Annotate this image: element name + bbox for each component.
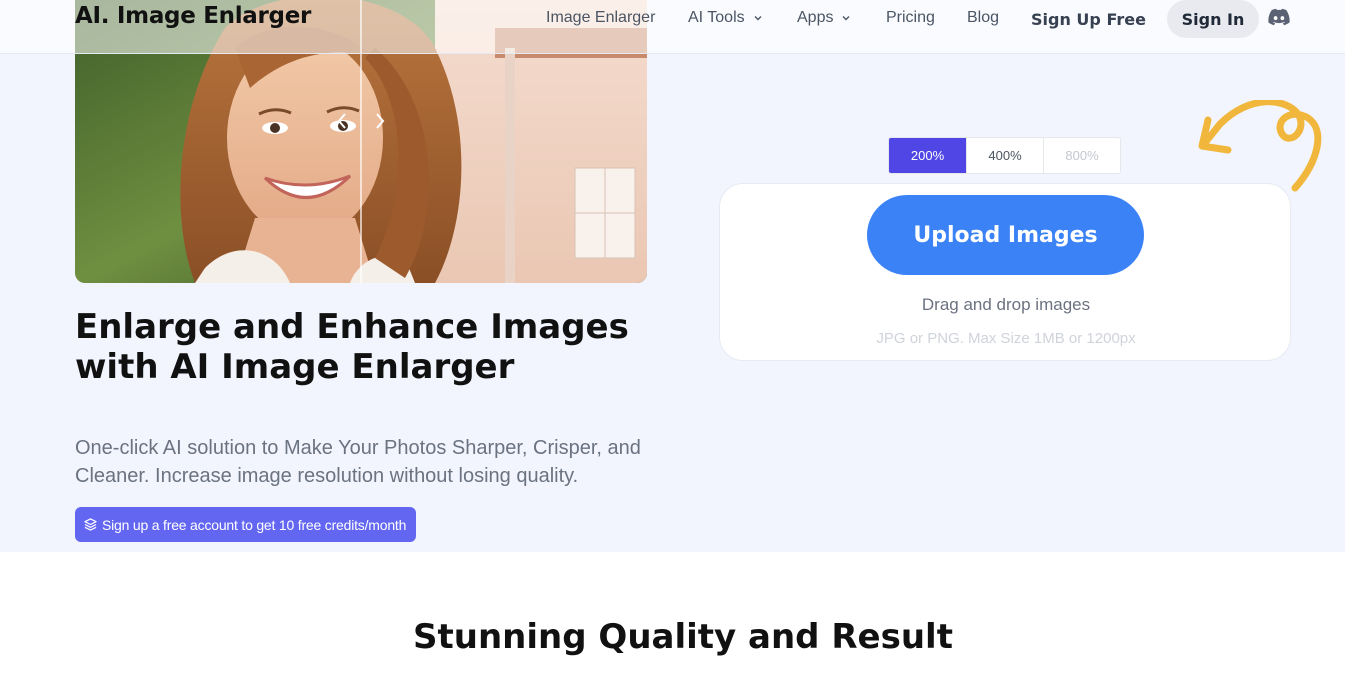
- scale-200-option[interactable]: 200%: [889, 138, 966, 173]
- nav-image-enlarger-label: Image Enlarger: [546, 9, 656, 26]
- signup-link[interactable]: Sign Up Free: [1031, 10, 1146, 29]
- nav-apps-label: Apps: [797, 9, 834, 26]
- scale-800-option[interactable]: 800%: [1043, 138, 1120, 173]
- free-credits-text: Sign up a free account to get 10 free cr…: [102, 516, 407, 533]
- nav-blog[interactable]: Blog: [967, 9, 999, 27]
- upload-images-button[interactable]: Upload Images: [867, 195, 1144, 275]
- hero-headline: Enlarge and Enhance Images with AI Image…: [75, 307, 629, 387]
- signin-button[interactable]: Sign In: [1167, 0, 1259, 38]
- discord-icon[interactable]: [1268, 8, 1290, 26]
- scale-400-option[interactable]: 400%: [966, 138, 1043, 173]
- upload-dropzone[interactable]: Upload Images Drag and drop images JPG o…: [719, 183, 1291, 361]
- scale-selector: 200% 400% 800%: [888, 137, 1121, 174]
- layers-icon: [84, 518, 97, 531]
- chevron-down-icon: [842, 16, 850, 21]
- chevron-down-icon: [754, 16, 762, 21]
- nav-pricing-label: Pricing: [886, 9, 935, 26]
- free-credits-badge[interactable]: Sign up a free account to get 10 free cr…: [75, 507, 417, 542]
- top-navbar: AI. Image Enlarger Image Enlarger AI Too…: [0, 0, 1345, 54]
- nav-image-enlarger[interactable]: Image Enlarger: [546, 9, 655, 27]
- brand-logo[interactable]: AI. Image Enlarger: [75, 3, 311, 29]
- hero-subtext: One-click AI solution to Make Your Photo…: [75, 437, 641, 487]
- drag-drop-text: Drag and drop images: [921, 295, 1091, 314]
- curved-arrow-icon: [1198, 100, 1322, 192]
- nav-blog-label: Blog: [967, 9, 1000, 26]
- file-format-hint: JPG or PNG. Max Size 1MB or 1200px: [876, 330, 1136, 347]
- nav-ai-tools-label: AI Tools: [688, 9, 745, 26]
- nav-pricing[interactable]: Pricing: [886, 9, 935, 27]
- nav-ai-tools[interactable]: AI Tools: [688, 9, 764, 27]
- nav-apps[interactable]: Apps: [797, 9, 852, 27]
- section-title: Stunning Quality and Result: [413, 617, 953, 657]
